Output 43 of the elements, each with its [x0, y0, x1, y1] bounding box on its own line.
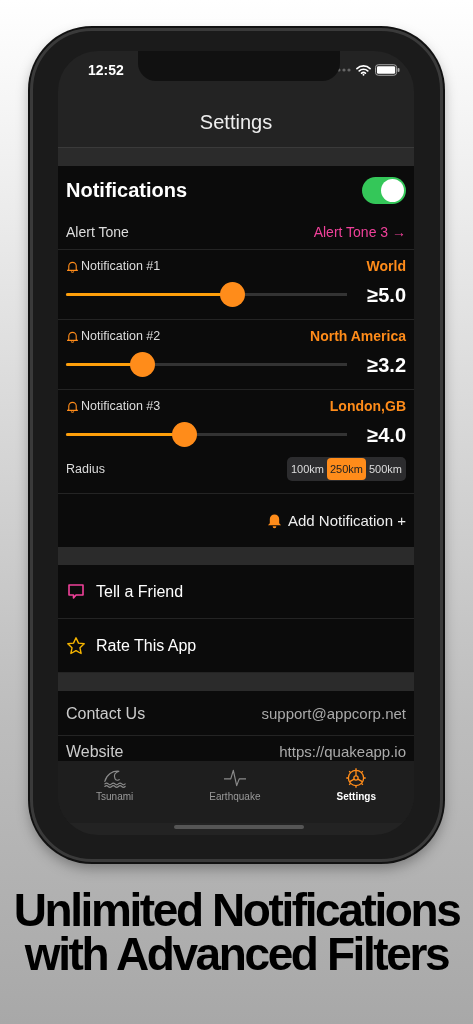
status-time: 12:52 — [88, 62, 124, 78]
nav-title: Settings — [199, 110, 273, 134]
alert-tone-label: Alert Tone — [66, 223, 129, 240]
pulse-icon — [221, 767, 248, 789]
magnitude-value: ≥4.0 — [367, 424, 406, 447]
add-notification-button[interactable]: Add Notification + — [267, 512, 406, 529]
bell-icon — [66, 329, 79, 343]
bell-icon — [66, 399, 79, 413]
bell-icon — [267, 512, 282, 529]
notification-label: Notification #3 — [81, 399, 161, 413]
radius-option[interactable]: 500km — [365, 458, 405, 480]
bell-icon — [66, 259, 79, 273]
info-value[interactable]: https://quakeapp.io — [279, 743, 406, 760]
info-value[interactable]: support@appcorp.net — [261, 705, 406, 722]
region-link[interactable]: World — [366, 258, 406, 274]
headline: with Advanced Filters — [24, 932, 449, 976]
tab[interactable]: Settings — [326, 767, 386, 807]
notification-label: Notification #1 — [81, 259, 161, 273]
region-link[interactable]: London,GB — [329, 398, 406, 414]
wifi-icon — [356, 64, 371, 76]
speech-bubble-icon — [66, 581, 86, 602]
headline: Unlimited Notifications — [13, 888, 460, 932]
magnitude-value: ≥5.0 — [367, 284, 406, 307]
region-link[interactable]: North America — [310, 328, 406, 344]
tab[interactable]: Earthquake — [199, 767, 271, 807]
magnitude-value: ≥3.2 — [367, 354, 406, 377]
alert-tone-link[interactable]: Alert Tone 3 → — [313, 223, 406, 240]
info-label: Website — [66, 743, 124, 761]
radius-option[interactable]: 250km — [326, 458, 366, 480]
tab[interactable]: Tsunami — [86, 767, 144, 807]
radius-label: Radius — [66, 462, 105, 476]
list-item[interactable]: Tell a Friend — [58, 565, 414, 619]
slider-thumb[interactable] — [172, 422, 197, 447]
notification-label: Notification #2 — [81, 329, 161, 343]
battery-icon — [375, 64, 400, 76]
star-icon — [66, 635, 86, 656]
info-label: Contact Us — [66, 705, 146, 723]
slider-thumb[interactable] — [219, 282, 245, 307]
section-title: Notifications — [66, 178, 188, 202]
toggle-switch[interactable] — [362, 176, 406, 204]
wave-icon — [101, 767, 128, 789]
slider-thumb[interactable] — [129, 352, 155, 377]
radius-option[interactable]: 100km — [287, 458, 327, 480]
